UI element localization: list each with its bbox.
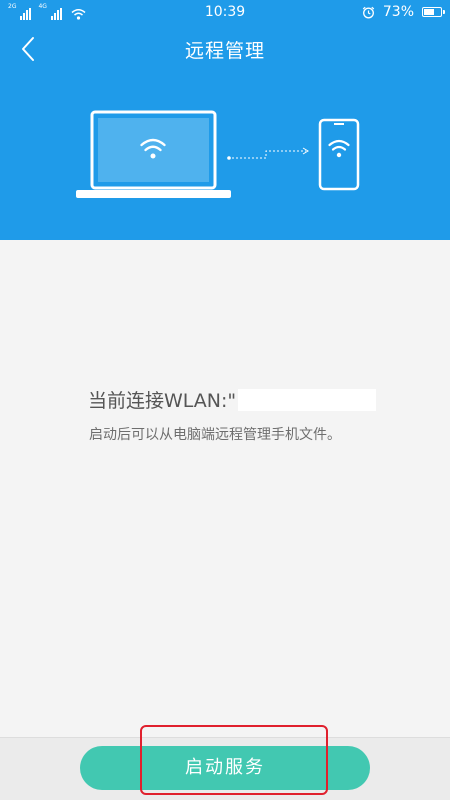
title-bar: 远程管理 <box>0 26 450 72</box>
status-right: 73% <box>362 4 445 20</box>
wlan-label: 当前连接WLAN:" <box>88 390 237 412</box>
wifi-icon <box>328 139 350 158</box>
remote-connection-illustration <box>76 110 360 198</box>
wlan-name-redacted <box>238 388 377 411</box>
status-bar: 2G 4G 10:39 73% <box>0 0 450 24</box>
wlan-info: 当前连接WLAN:" <box>88 386 377 413</box>
page-title: 远程管理 <box>184 40 265 62</box>
battery-fill <box>424 9 435 15</box>
header-area: 2G 4G 10:39 73% 远程管理 <box>0 0 450 240</box>
hint-text: 启动后可以从电脑端远程管理手机文件。 <box>89 427 341 443</box>
main-content: 当前连接WLAN:" 启动后可以从电脑端远程管理手机文件。 <box>0 240 450 737</box>
battery-percent: 73% <box>382 4 414 20</box>
laptop-icon <box>76 110 231 198</box>
connection-arrow-icon <box>227 147 309 160</box>
start-service-button[interactable]: 启动服务 <box>80 746 370 790</box>
alarm-icon <box>362 6 375 18</box>
battery-icon <box>422 7 445 17</box>
phone-icon <box>318 118 360 191</box>
